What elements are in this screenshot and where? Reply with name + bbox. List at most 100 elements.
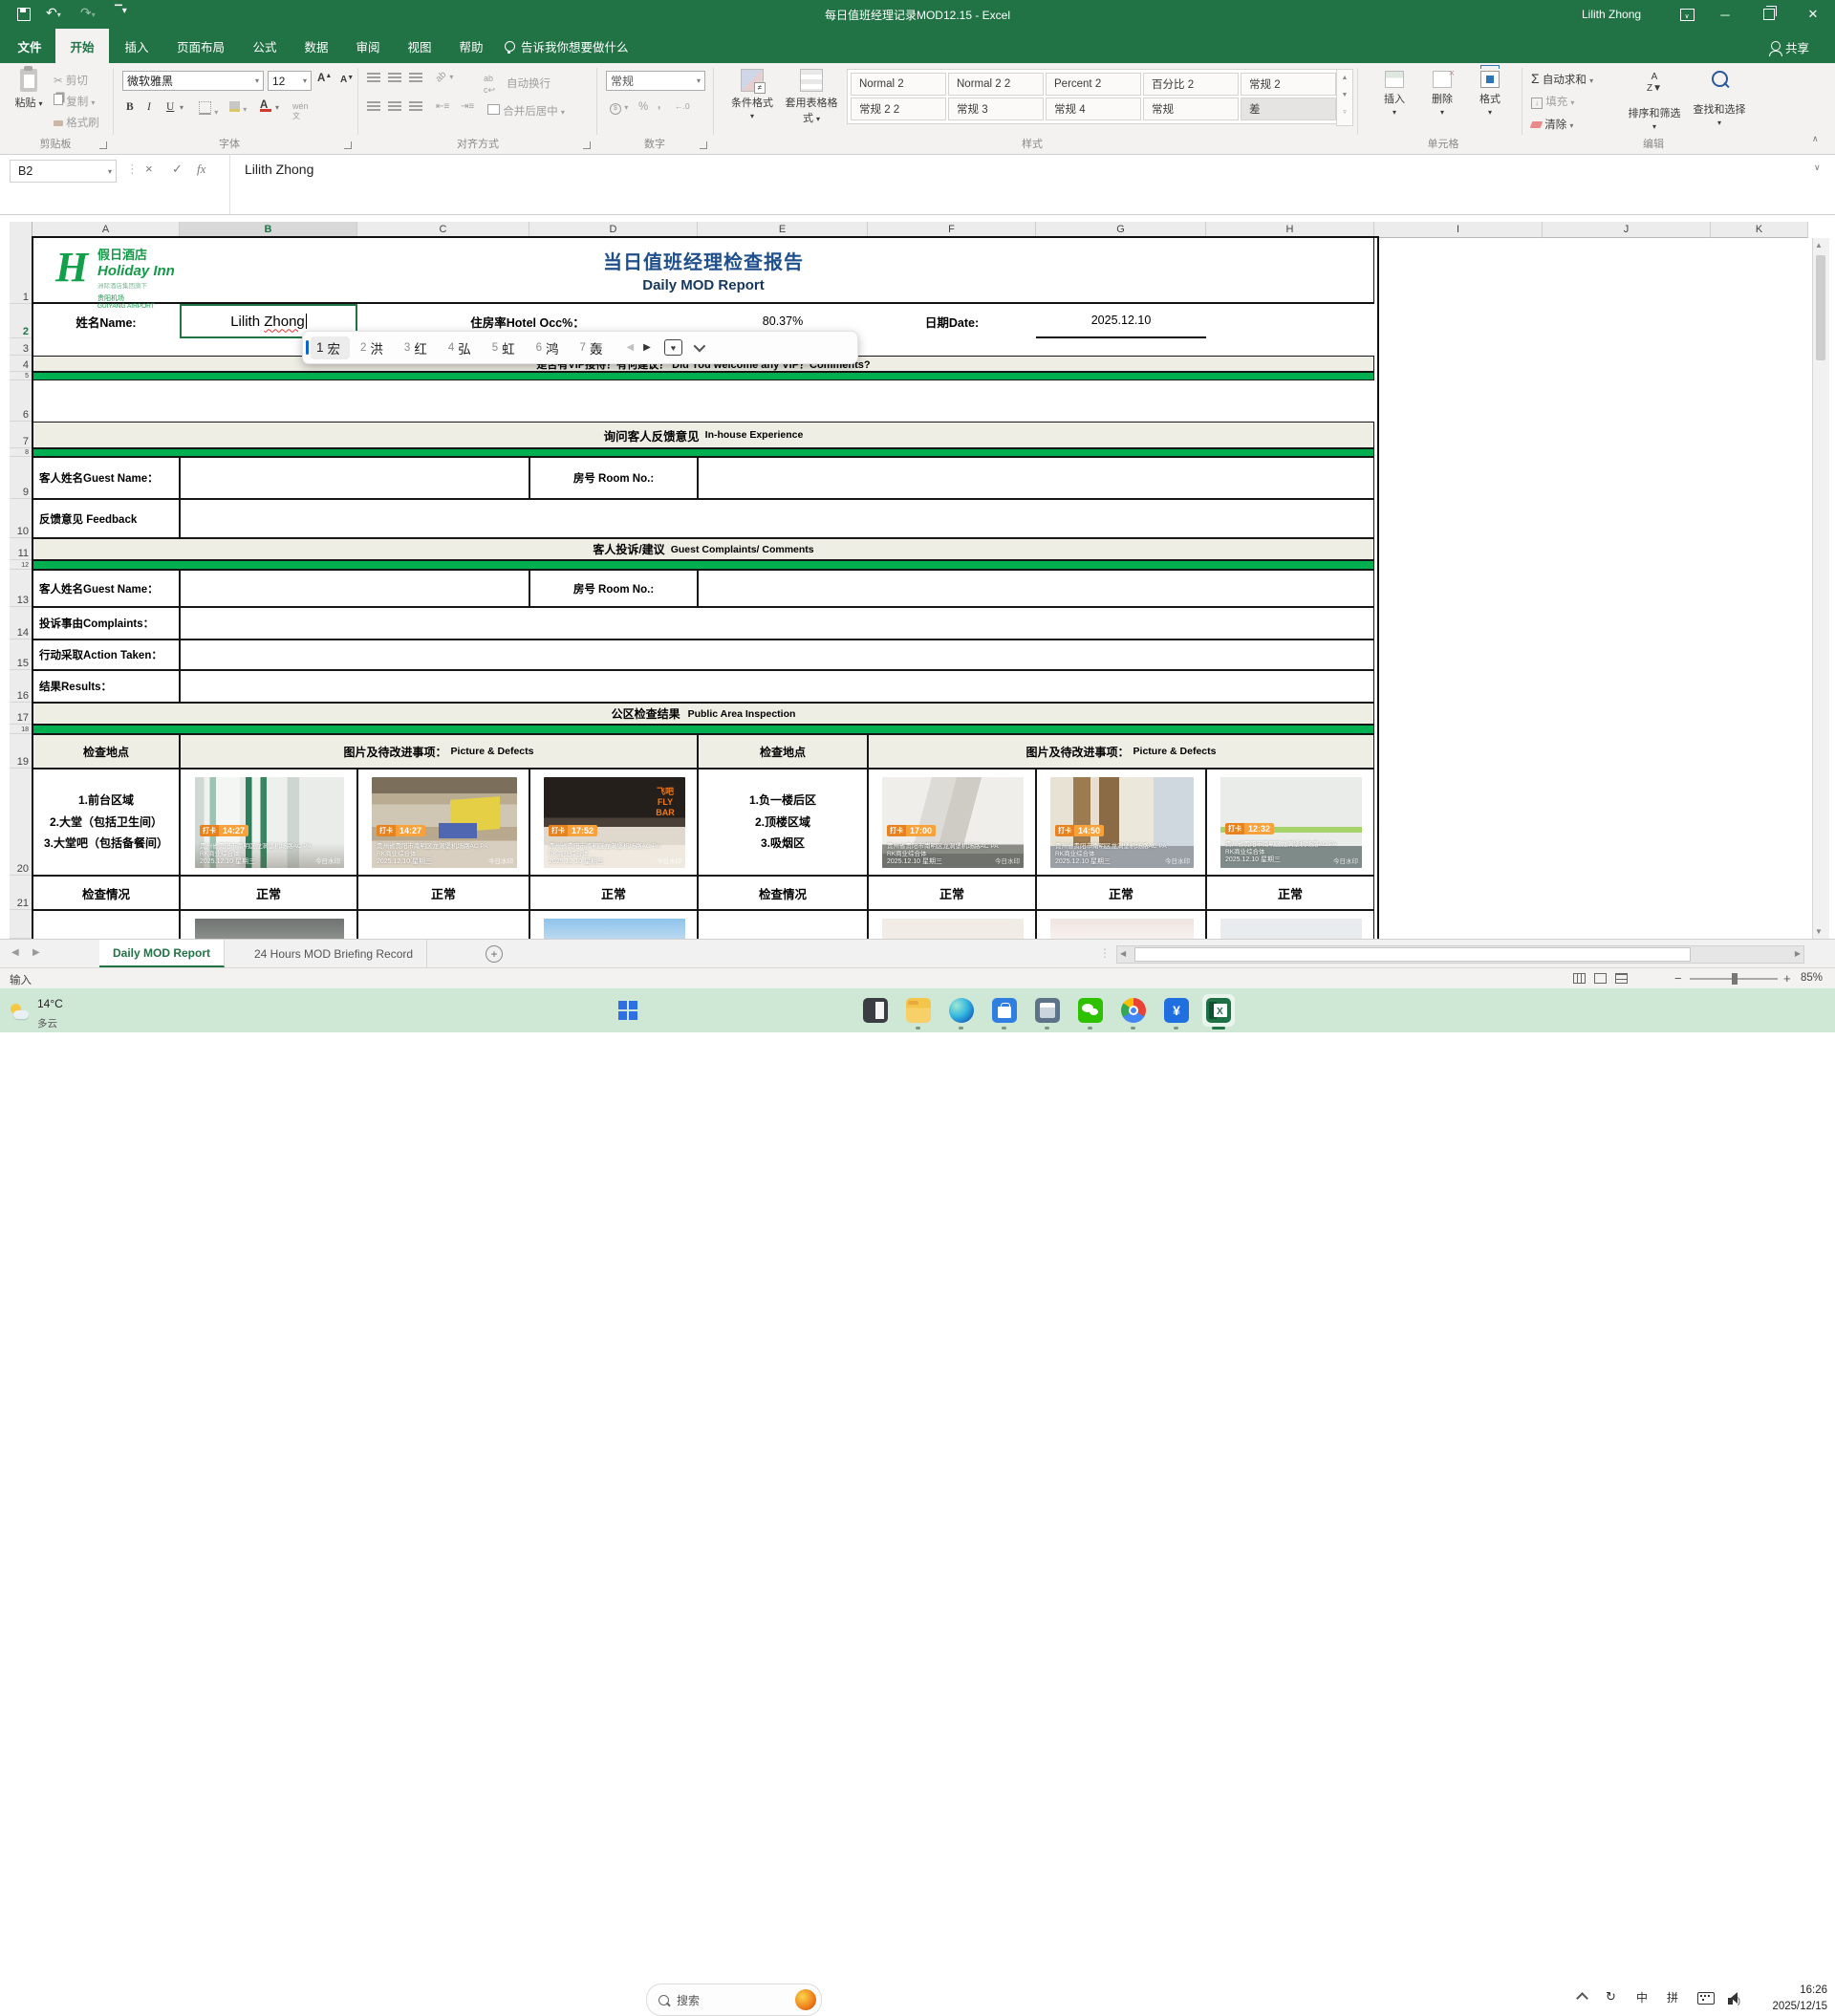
style-normal2[interactable]: Normal 2 [851, 73, 946, 96]
styles-gallery-scroll[interactable]: ▲▼▿ [1336, 69, 1353, 126]
app-excel-icon[interactable]: X [1206, 998, 1231, 1023]
col-C[interactable]: C [357, 222, 529, 238]
style-percent2[interactable]: Percent 2 [1046, 73, 1141, 96]
photo-back-corridor[interactable]: 打卡17:00 贵州省贵阳市南明区龙洞堡机场路AC PA RK商业综合体 202… [882, 777, 1024, 868]
tab-help[interactable]: 帮助 [445, 29, 497, 63]
status-3[interactable]: 正常 [529, 876, 698, 910]
app-stocks-icon[interactable]: ¥ [1164, 998, 1189, 1023]
guest-name-label-cell-2[interactable]: 客人姓名Guest Name： [32, 570, 180, 607]
zoom-slider-track[interactable] [1690, 978, 1778, 980]
style-changgui4[interactable]: 常规 4 [1046, 98, 1141, 120]
tab-review[interactable]: 审阅 [342, 29, 394, 63]
grow-font-button[interactable]: A▲ [317, 73, 332, 84]
format-painter-button[interactable]: 格式刷 [54, 115, 99, 130]
tray-speaker-icon[interactable]: ) [1728, 1992, 1740, 2006]
row22-cell-g[interactable] [1036, 910, 1206, 939]
ime-candidate-1[interactable]: 1宏 [311, 336, 350, 359]
app-store-icon[interactable] [992, 998, 1017, 1023]
action-label-cell[interactable]: 行动采取Action Taken： [32, 639, 180, 670]
row-8[interactable]: 8 [10, 448, 32, 457]
room-label-cell-1[interactable]: 房号 Room No.: [529, 457, 698, 499]
percent-style-button[interactable]: % [638, 101, 648, 113]
style-changgui[interactable]: 常规 [1143, 98, 1239, 120]
col-A[interactable]: A [32, 222, 180, 238]
photo-cell-2[interactable]: 打卡14:27 贵州省贵阳市南明区龙洞堡机场路AC PA RK商业综合体 202… [357, 769, 529, 876]
complaints-label-cell[interactable]: 投诉事由Complaints： [32, 607, 180, 639]
font-name-combo[interactable]: 微软雅黑▾ [122, 71, 264, 91]
app-edge-icon[interactable] [949, 998, 974, 1023]
col-E[interactable]: E [698, 222, 868, 238]
row-20[interactable]: 20 [10, 769, 32, 876]
guest-name-input-cell-2[interactable] [180, 570, 529, 607]
style-changgui3[interactable]: 常规 3 [948, 98, 1044, 120]
taskbar-search[interactable]: 搜索 [646, 1983, 822, 2016]
underline-button[interactable]: U [166, 101, 174, 113]
tell-me-box[interactable]: 告诉我你想要做什么 [505, 29, 696, 63]
row-19[interactable]: 19 [10, 734, 32, 769]
status-6[interactable]: 正常 [1206, 876, 1374, 910]
share-button[interactable]: 共享 [1757, 29, 1824, 63]
row-10[interactable]: 10 [10, 499, 32, 538]
col-K[interactable]: K [1711, 222, 1808, 238]
horizontal-scroll-thumb[interactable] [1134, 947, 1691, 962]
conditional-formatting-button[interactable]: ≠ 条件格式▾ [724, 69, 780, 121]
row-11[interactable]: 11 [10, 538, 32, 560]
paste-button[interactable]: 粘贴 ▾ [8, 69, 50, 110]
merge-center-button[interactable]: 合并后居中 ▾ [487, 103, 565, 119]
room-input-cell-2[interactable] [698, 570, 1374, 607]
row22-cell-d[interactable] [529, 910, 698, 939]
cancel-entry-button[interactable]: × [145, 162, 153, 176]
wrap-text-button[interactable]: abc↩ [484, 73, 495, 96]
tab-view[interactable]: 视图 [394, 29, 445, 63]
collapse-ribbon-button[interactable]: ∧ [1812, 134, 1819, 144]
row-15[interactable]: 15 [10, 639, 32, 670]
namebox-splitter[interactable]: ⋮ [126, 162, 139, 177]
photo-cell-5[interactable]: 打卡14:50 贵州省贵阳市南明区龙洞堡机场路AC PA RK商业综合体 202… [1036, 769, 1206, 876]
orientation-button[interactable]: ab ▾ [436, 71, 453, 82]
page-layout-view-button[interactable] [1594, 973, 1607, 984]
sheet-nav-next[interactable]: ▶ [32, 947, 40, 958]
tab-page-layout[interactable]: 页面布局 [162, 29, 239, 63]
room-label-cell-2[interactable]: 房号 Room No.: [529, 570, 698, 607]
row-12[interactable]: 12 [10, 560, 32, 570]
clear-button[interactable]: 清除 ▾ [1531, 117, 1573, 132]
left-locations-cell[interactable]: 1.前台区域 2.大堂（包括卫生间） 3.大堂吧（包括备餐间） [32, 769, 180, 876]
restore-button[interactable] [1747, 0, 1791, 29]
photo-lobby-event[interactable]: 打卡14:27 贵州省贵阳市南明区龙洞堡机场路AC PA RK商业综合体 202… [372, 777, 517, 868]
date-label-cell[interactable]: 日期Date: [868, 304, 1036, 338]
row-16[interactable]: 16 [10, 670, 32, 703]
cut-button[interactable]: ✂ 剪切 [54, 73, 88, 88]
photo-cell-6[interactable]: 打卡12:32 贵州省贵阳市南明区龙洞堡机场路AC PA RK商业综合体 202… [1206, 769, 1374, 876]
green-band-4[interactable] [32, 725, 1374, 734]
results-label-cell[interactable]: 结果Results： [32, 670, 180, 703]
inhouse-header-cell[interactable]: 询问客人反馈意见In-house Experience [32, 422, 1374, 448]
ime-prev-page-button[interactable]: ◀ [626, 342, 634, 353]
italic-button[interactable]: I [147, 101, 151, 113]
style-baifenbi2[interactable]: 百分比 2 [1143, 73, 1239, 96]
style-changgui2[interactable]: 常规 2 [1241, 73, 1336, 96]
row-2[interactable]: 2 [10, 304, 32, 338]
new-sheet-button[interactable]: + [486, 945, 503, 963]
underline-dropdown[interactable]: ▾ [180, 103, 184, 112]
alignment-dialog-launcher[interactable] [583, 141, 591, 149]
style-normal22[interactable]: Normal 2 2 [948, 73, 1044, 96]
increase-indent-button[interactable]: ⇥≡ [461, 101, 474, 112]
fill-color-button[interactable]: ▾ [229, 101, 247, 115]
vertical-scrollbar[interactable]: ▲ ▼ [1812, 238, 1829, 939]
col-H[interactable]: H [1206, 222, 1374, 238]
vertical-scroll-thumb[interactable] [1816, 255, 1825, 360]
photo-partial-5[interactable] [1220, 919, 1362, 940]
photo-cell-4[interactable]: 打卡17:00 贵州省贵阳市南明区龙洞堡机场路AC PA RK商业综合体 202… [868, 769, 1036, 876]
row-5[interactable]: 5 [10, 372, 32, 380]
number-dialog-launcher[interactable] [700, 141, 707, 149]
zoom-in-button[interactable]: + [1783, 971, 1791, 986]
sheet-nav-prev[interactable]: ◀ [11, 947, 19, 958]
tab-insert[interactable]: 插入 [111, 29, 162, 63]
pictures-header-right[interactable]: 图片及待改进事项：Picture & Defects [868, 734, 1374, 769]
minimize-button[interactable]: ─ [1703, 0, 1747, 29]
app-file-explorer-icon[interactable] [906, 998, 931, 1023]
row22-cell-e[interactable] [698, 910, 868, 939]
row22-cell-c[interactable] [357, 910, 529, 939]
tray-ime-mode[interactable]: 拼 [1667, 1989, 1678, 2005]
borders-button[interactable]: ▾ [199, 101, 218, 118]
